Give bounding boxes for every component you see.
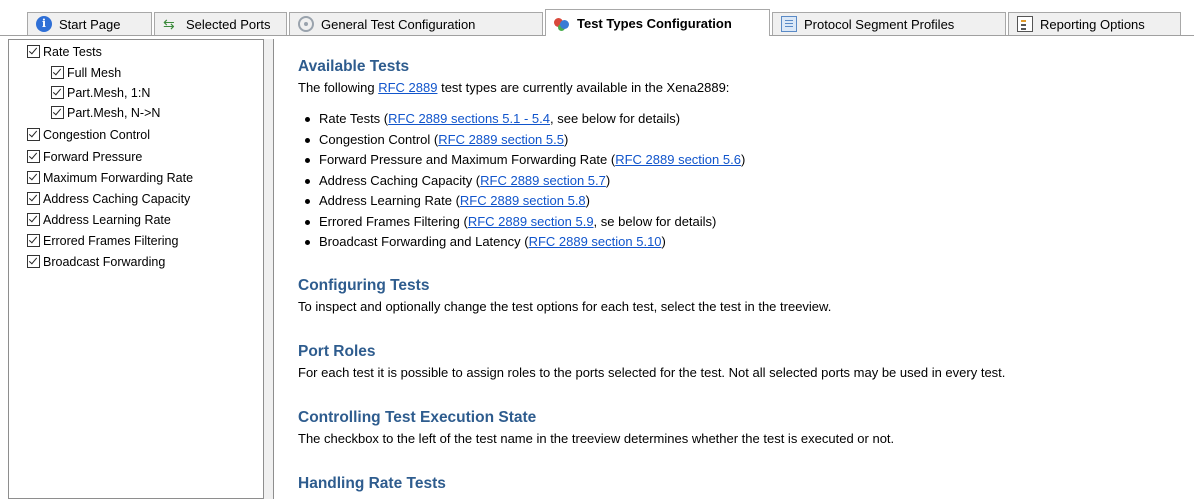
tab-label: Test Types Configuration <box>577 15 732 31</box>
tree-item-full-mesh[interactable]: Full Mesh <box>51 62 121 83</box>
test-types-icon <box>554 15 570 31</box>
checkbox-checked[interactable] <box>51 106 64 119</box>
configuring-tests-text: To inspect and optionally change the tes… <box>298 299 832 314</box>
tree-item-label: Broadcast Forwarding <box>43 254 166 269</box>
heading-configuring-tests: Configuring Tests <box>298 277 430 294</box>
gear-icon <box>298 16 314 32</box>
list-item: Broadcast Forwarding and Latency (RFC 28… <box>298 232 745 253</box>
report-icon <box>1017 16 1033 32</box>
checkbox-checked[interactable] <box>27 234 40 247</box>
help-content-pane: Available Tests The following RFC 2889 t… <box>273 39 1194 499</box>
tab-start-page[interactable]: i Start Page <box>27 12 152 35</box>
rfc-section-link[interactable]: RFC 2889 section 5.7 <box>480 173 606 188</box>
tree-item-part-mesh-1n[interactable]: Part.Mesh, 1:N <box>51 82 150 103</box>
tree-item-label: Forward Pressure <box>43 149 143 164</box>
tree-item-label: Address Learning Rate <box>43 212 171 227</box>
list-item: Rate Tests (RFC 2889 sections 5.1 - 5.4,… <box>298 109 745 130</box>
rfc-2889-link[interactable]: RFC 2889 <box>378 80 437 95</box>
heading-port-roles: Port Roles <box>298 343 376 360</box>
available-tests-intro: The following RFC 2889 test types are cu… <box>298 80 729 95</box>
tab-selected-ports[interactable]: ⇆ Selected Ports <box>154 12 287 35</box>
checkbox-checked[interactable] <box>51 86 64 99</box>
tree-item-label: Congestion Control <box>43 127 151 142</box>
tree-item-rate-tests[interactable]: Rate Tests <box>27 41 102 62</box>
checkbox-checked[interactable] <box>27 213 40 226</box>
tab-test-types-configuration[interactable]: Test Types Configuration <box>545 9 770 36</box>
controlling-state-text: The checkbox to the left of the test nam… <box>298 431 895 446</box>
list-item: Errored Frames Filtering (RFC 2889 secti… <box>298 212 745 233</box>
checkbox-checked[interactable] <box>27 128 40 141</box>
tree-item-part-mesh-nn[interactable]: Part.Mesh, N->N <box>51 102 160 123</box>
intro-text: test types are currently available in th… <box>437 80 730 95</box>
rfc-section-link[interactable]: RFC 2889 section 5.10 <box>529 234 662 249</box>
intro-text: The following <box>298 80 379 95</box>
tab-label: Protocol Segment Profiles <box>804 16 955 32</box>
rfc-section-link[interactable]: RFC 2889 section 5.9 <box>468 214 594 229</box>
port-roles-text: For each test it is possible to assign r… <box>298 365 1006 380</box>
test-tree-view[interactable]: Rate Tests Full Mesh Part.Mesh, 1:N Part… <box>8 39 264 499</box>
rfc-section-link[interactable]: RFC 2889 section 5.6 <box>615 152 741 167</box>
checkbox-checked[interactable] <box>27 171 40 184</box>
tree-item-maximum-forwarding-rate[interactable]: Maximum Forwarding Rate <box>27 167 193 188</box>
checkbox-checked[interactable] <box>51 66 64 79</box>
tree-item-label: Part.Mesh, 1:N <box>67 85 151 100</box>
heading-available-tests: Available Tests <box>298 58 410 75</box>
tab-label: Selected Ports <box>186 16 271 32</box>
tree-item-broadcast-forwarding[interactable]: Broadcast Forwarding <box>27 251 165 272</box>
tree-item-label: Rate Tests <box>43 44 102 59</box>
tree-item-label: Address Caching Capacity <box>43 191 191 206</box>
list-item: Address Caching Capacity (RFC 2889 secti… <box>298 171 745 192</box>
tab-label: Start Page <box>59 16 121 32</box>
checkbox-checked[interactable] <box>27 45 40 58</box>
ports-icon: ⇆ <box>163 16 175 32</box>
panel-splitter[interactable] <box>264 39 273 499</box>
tree-item-label: Errored Frames Filtering <box>43 233 179 248</box>
available-tests-list: Rate Tests (RFC 2889 sections 5.1 - 5.4,… <box>298 109 745 253</box>
tab-protocol-segment-profiles[interactable]: Protocol Segment Profiles <box>772 12 1006 35</box>
tree-item-label: Full Mesh <box>67 65 122 80</box>
list-item: Address Learning Rate (RFC 2889 section … <box>298 191 745 212</box>
heading-controlling-test-execution-state: Controlling Test Execution State <box>298 409 537 426</box>
tree-item-errored-frames-filtering[interactable]: Errored Frames Filtering <box>27 230 178 251</box>
tree-item-forward-pressure[interactable]: Forward Pressure <box>27 146 142 167</box>
tree-item-address-learning-rate[interactable]: Address Learning Rate <box>27 209 171 230</box>
tree-item-address-caching-capacity[interactable]: Address Caching Capacity <box>27 188 190 209</box>
rfc-section-link[interactable]: RFC 2889 section 5.5 <box>438 132 564 147</box>
info-icon: i <box>36 16 52 32</box>
tab-strip: i Start Page ⇆ Selected Ports General Te… <box>0 0 1194 36</box>
tree-item-label: Maximum Forwarding Rate <box>43 170 194 185</box>
tab-reporting-options[interactable]: Reporting Options <box>1008 12 1181 35</box>
tab-label: General Test Configuration <box>321 16 476 32</box>
checkbox-checked[interactable] <box>27 150 40 163</box>
checkbox-checked[interactable] <box>27 255 40 268</box>
heading-handling-rate-tests: Handling Rate Tests <box>298 475 446 492</box>
rfc-section-link[interactable]: RFC 2889 section 5.8 <box>460 193 586 208</box>
tree-item-congestion-control[interactable]: Congestion Control <box>27 124 150 145</box>
tab-general-test-configuration[interactable]: General Test Configuration <box>289 12 543 35</box>
tab-label: Reporting Options <box>1040 16 1145 32</box>
rfc-section-link[interactable]: RFC 2889 sections 5.1 - 5.4 <box>388 111 550 126</box>
list-item: Forward Pressure and Maximum Forwarding … <box>298 150 745 171</box>
list-item: Congestion Control (RFC 2889 section 5.5… <box>298 130 745 151</box>
document-icon <box>781 16 797 32</box>
checkbox-checked[interactable] <box>27 192 40 205</box>
tree-item-label: Part.Mesh, N->N <box>67 105 161 120</box>
